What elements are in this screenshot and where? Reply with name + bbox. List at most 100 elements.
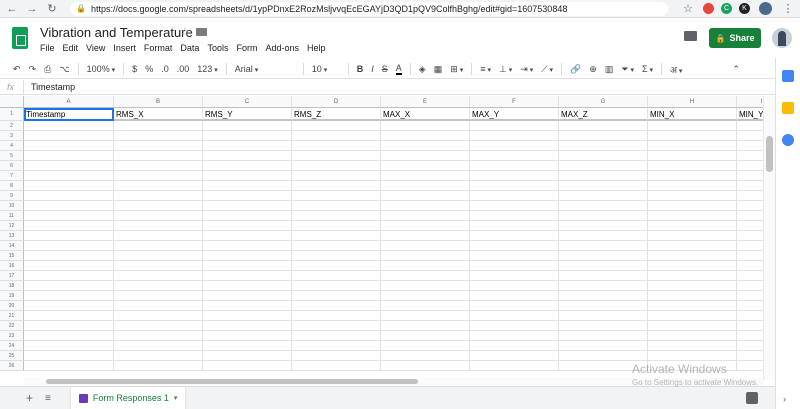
table-cell[interactable]: [381, 291, 470, 301]
extension-dark-icon[interactable]: K: [739, 3, 750, 14]
table-cell[interactable]: [470, 141, 559, 151]
table-cell[interactable]: [470, 221, 559, 231]
header-cell[interactable]: MAX_X: [381, 108, 470, 121]
table-cell[interactable]: [203, 291, 292, 301]
table-cell[interactable]: [203, 231, 292, 241]
table-cell[interactable]: [292, 321, 381, 331]
table-cell[interactable]: [648, 161, 737, 171]
header-cell[interactable]: MIN_Y: [737, 108, 763, 121]
table-cell[interactable]: [24, 261, 114, 271]
table-cell[interactable]: [381, 281, 470, 291]
table-cell[interactable]: [648, 351, 737, 361]
text-wrap-icon[interactable]: ⇥: [520, 64, 533, 75]
table-cell[interactable]: [203, 261, 292, 271]
table-cell[interactable]: [24, 361, 114, 371]
menu-insert[interactable]: Insert: [113, 43, 136, 53]
horizontal-scroll-thumb[interactable]: [46, 379, 418, 384]
table-cell[interactable]: [292, 151, 381, 161]
table-cell[interactable]: [381, 151, 470, 161]
table-cell[interactable]: [737, 251, 763, 261]
row-header-20[interactable]: 20: [0, 301, 24, 311]
table-cell[interactable]: [114, 141, 203, 151]
table-cell[interactable]: [470, 211, 559, 221]
explore-icon[interactable]: [746, 392, 758, 404]
row-header-2[interactable]: 2: [0, 121, 24, 131]
table-cell[interactable]: [114, 321, 203, 331]
table-cell[interactable]: [737, 181, 763, 191]
table-cell[interactable]: [648, 281, 737, 291]
table-cell[interactable]: [292, 121, 381, 131]
table-cell[interactable]: [24, 241, 114, 251]
table-cell[interactable]: [648, 211, 737, 221]
text-rotation-icon[interactable]: ⟋: [541, 64, 553, 75]
insert-chart-icon[interactable]: ▥: [605, 64, 614, 75]
table-cell[interactable]: [737, 321, 763, 331]
table-cell[interactable]: [737, 351, 763, 361]
table-cell[interactable]: [114, 301, 203, 311]
text-color-button[interactable]: A: [395, 63, 402, 75]
table-cell[interactable]: [648, 181, 737, 191]
table-cell[interactable]: [648, 251, 737, 261]
menu-view[interactable]: View: [86, 43, 105, 53]
table-cell[interactable]: [292, 161, 381, 171]
table-cell[interactable]: [203, 351, 292, 361]
table-cell[interactable]: [737, 151, 763, 161]
table-cell[interactable]: [648, 331, 737, 341]
table-cell[interactable]: [114, 291, 203, 301]
table-cell[interactable]: [648, 291, 737, 301]
table-cell[interactable]: [737, 341, 763, 351]
row-header-9[interactable]: 9: [0, 191, 24, 201]
table-cell[interactable]: [292, 171, 381, 181]
table-cell[interactable]: [381, 331, 470, 341]
table-cell[interactable]: [24, 191, 114, 201]
table-cell[interactable]: [470, 251, 559, 261]
table-cell[interactable]: [24, 211, 114, 221]
table-cell[interactable]: [470, 281, 559, 291]
folder-icon[interactable]: [196, 28, 207, 36]
row-header-1[interactable]: 1: [0, 108, 24, 121]
table-cell[interactable]: [203, 251, 292, 261]
table-cell[interactable]: [114, 341, 203, 351]
horizontal-align-icon[interactable]: ≡: [480, 64, 491, 74]
column-header-h[interactable]: H: [648, 96, 737, 108]
menu-data[interactable]: Data: [180, 43, 199, 53]
table-cell[interactable]: [648, 151, 737, 161]
column-header-b[interactable]: B: [114, 96, 203, 108]
table-cell[interactable]: [24, 171, 114, 181]
functions-button[interactable]: Σ: [642, 64, 653, 74]
table-cell[interactable]: [114, 201, 203, 211]
row-header-15[interactable]: 15: [0, 251, 24, 261]
table-cell[interactable]: [203, 241, 292, 251]
header-cell[interactable]: MAX_Z: [559, 108, 648, 121]
table-cell[interactable]: [470, 331, 559, 341]
table-cell[interactable]: [292, 261, 381, 271]
table-cell[interactable]: [292, 271, 381, 281]
extension-red-icon[interactable]: [703, 3, 714, 14]
increase-decimal-button[interactable]: .00: [177, 64, 190, 74]
row-header-25[interactable]: 25: [0, 351, 24, 361]
table-cell[interactable]: [203, 131, 292, 141]
table-cell[interactable]: [24, 181, 114, 191]
table-cell[interactable]: [292, 281, 381, 291]
input-tools-button[interactable]: अ: [670, 63, 682, 76]
table-cell[interactable]: [24, 231, 114, 241]
table-cell[interactable]: [114, 281, 203, 291]
table-cell[interactable]: [737, 331, 763, 341]
address-bar[interactable]: 🔒 https://docs.google.com/spreadsheets/d…: [70, 1, 668, 16]
calendar-icon[interactable]: [782, 70, 794, 82]
table-cell[interactable]: [648, 241, 737, 251]
table-cell[interactable]: [559, 171, 648, 181]
header-cell[interactable]: RMS_Y: [203, 108, 292, 121]
header-cell[interactable]: MAX_Y: [470, 108, 559, 121]
table-cell[interactable]: [114, 331, 203, 341]
table-cell[interactable]: [381, 181, 470, 191]
table-cell[interactable]: [470, 351, 559, 361]
sheets-logo-icon[interactable]: [12, 27, 28, 49]
table-cell[interactable]: [381, 361, 470, 371]
expand-panel-icon[interactable]: ›: [783, 394, 786, 404]
table-cell[interactable]: [737, 261, 763, 271]
table-cell[interactable]: [470, 271, 559, 281]
fill-color-icon[interactable]: ◈: [419, 64, 426, 75]
sheet-tab-form-responses[interactable]: Form Responses 1 ▾: [70, 387, 186, 409]
table-cell[interactable]: [559, 311, 648, 321]
